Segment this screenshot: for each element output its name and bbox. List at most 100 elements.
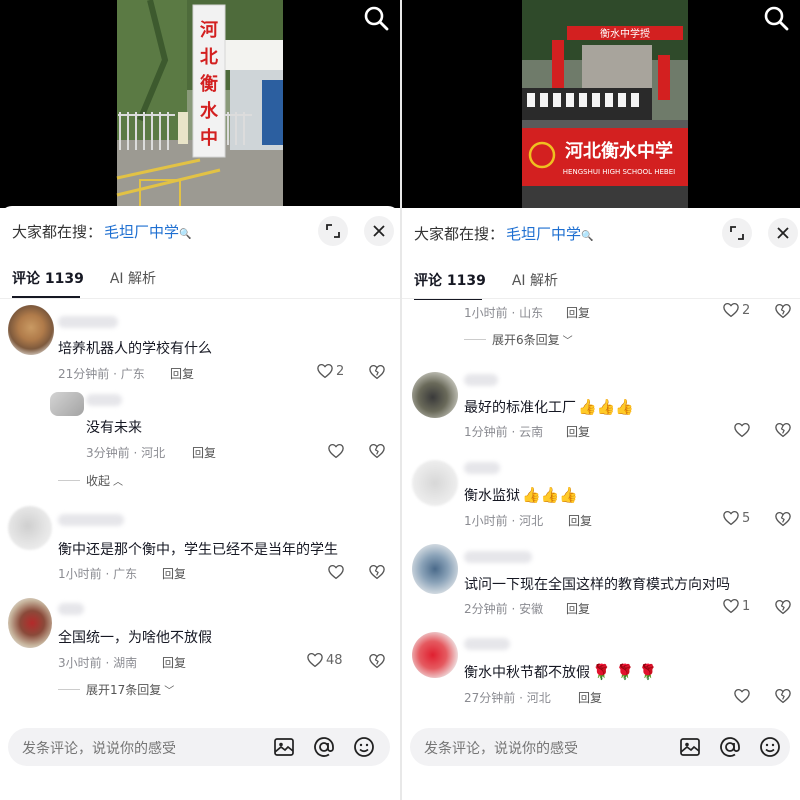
username-blurred[interactable] [464,551,532,563]
reply-button[interactable]: 回复 [170,365,194,382]
reply-button[interactable]: 回复 [566,423,590,440]
like-button[interactable]: 5 [722,509,750,527]
comment-input-placeholder: 发条评论，说说你的感受 [22,741,176,757]
tab-comments[interactable]: 评论 1139 [414,270,486,290]
comment-text: 全国统一，为啥他不放假 [58,630,212,646]
dislike-icon[interactable] [774,687,792,705]
video-player[interactable]: 衡水中学授 河北衡水中学 HENGSHUI HIGH SCHOOL HEBEI [402,0,800,208]
avatar[interactable] [8,506,52,550]
comment-meta: 21分钟前 · 广东 [58,367,145,381]
username-blurred[interactable] [86,394,122,406]
like-button[interactable]: 2 [316,362,344,380]
like-count: 5 [742,510,751,526]
comment-input[interactable]: 发条评论，说说你的感受 [410,728,790,766]
heart-icon [722,301,740,319]
heart-icon[interactable] [327,563,345,581]
left-screen: 河 北 衡 水 中 大家都在搜： 毛坦厂中学🔍 评论 1139 AI 解析 培养… [0,0,400,800]
at-icon[interactable] [718,735,742,759]
tab-comments[interactable]: 评论 1139 [12,268,84,288]
close-icon [373,225,385,237]
dislike-icon[interactable] [774,510,792,528]
avatar[interactable] [412,372,458,418]
avatar[interactable] [412,632,458,678]
heart-icon [722,597,740,615]
avatar[interactable] [50,392,84,416]
comment-meta: 1分钟前 · 云南 [464,425,544,439]
comment-meta: 1小时前 · 河北 [464,514,544,528]
comment-text: 培养机器人的学校有什么 [58,341,212,357]
dislike-icon[interactable] [774,598,792,616]
video-player[interactable]: 河 北 衡 水 中 [0,0,400,208]
expand-replies[interactable]: 展开6条回复 ﹀ [464,331,573,348]
at-icon[interactable] [312,735,336,759]
avatar[interactable] [8,598,52,648]
image-icon[interactable] [678,735,702,759]
hot-search-term[interactable]: 毛坦厂中学 [506,225,581,243]
close-button[interactable] [768,218,798,248]
username-blurred[interactable] [464,374,498,386]
heart-icon[interactable] [733,421,751,439]
comment-body: 衡水中秋节都不放假 [464,665,590,681]
dislike-icon[interactable] [368,563,386,581]
dislike-icon[interactable] [774,421,792,439]
avatar[interactable] [8,305,54,355]
username-blurred[interactable] [464,462,500,474]
collapse-replies[interactable]: 收起 ︿ [58,472,123,489]
right-screen: 衡水中学授 河北衡水中学 HENGSHUI HIGH SCHOOL HEBEI [402,0,800,800]
avatar[interactable] [412,460,458,506]
reply-button[interactable]: 回复 [566,600,590,617]
like-button[interactable]: 1 [722,597,750,615]
hot-search-term[interactable]: 毛坦厂中学 [104,223,179,241]
assembly-scene: 衡水中学授 河北衡水中学 HENGSHUI HIGH SCHOOL HEBEI [402,0,800,208]
comment-body: 最好的标准化工厂 [464,400,576,416]
smile-icon[interactable] [352,735,376,759]
username-blurred[interactable] [58,603,84,615]
comment-text: 试问一下现在全国这样的教育模式方向对吗 [464,574,730,594]
reply-button[interactable]: 回复 [566,304,590,321]
username-blurred[interactable] [464,638,510,650]
tab-ai-analysis[interactable]: AI 解析 [110,268,156,288]
top-banner-text: 衡水中学授 [600,27,650,40]
fullscreen-button[interactable] [722,218,752,248]
fullscreen-button[interactable] [318,216,348,246]
image-icon[interactable] [272,735,296,759]
reply-button[interactable]: 回复 [162,565,186,582]
comment-meta: 3小时前 · 湖南 [58,656,138,670]
comment-text: 衡水中秋节都不放假 🌹 🌹 🌹 [464,662,658,682]
tab-ai-analysis[interactable]: AI 解析 [512,270,558,290]
heart-icon[interactable] [733,687,751,705]
heart-icon [306,651,324,669]
divider-line [58,480,80,481]
hot-search[interactable]: 大家都在搜： 毛坦厂中学🔍 [414,223,593,244]
heart-icon[interactable] [327,442,345,460]
comment-tabs: 评论 1139 AI 解析 [414,270,584,300]
collapse-label: 收起 [86,474,111,488]
search-icon[interactable] [362,4,390,32]
close-button[interactable] [364,216,394,246]
username-blurred[interactable] [58,316,118,328]
search-icon[interactable] [762,4,790,32]
expand-label: 展开17条回复 [86,683,162,697]
reply-button[interactable]: 回复 [192,444,216,461]
hot-search[interactable]: 大家都在搜： 毛坦厂中学🔍 [12,221,191,242]
dislike-icon[interactable] [368,442,386,460]
like-button[interactable]: 2 [722,301,750,319]
comment-input[interactable]: 发条评论，说说你的感受 [8,728,390,766]
reply-button[interactable]: 回复 [162,654,186,671]
reply-button[interactable]: 回复 [568,512,592,529]
like-count: 2 [336,363,345,379]
dislike-icon[interactable] [368,363,386,381]
smile-icon[interactable] [758,735,782,759]
like-button[interactable]: 48 [306,651,343,669]
search-icon: 🔍 [179,229,192,240]
reply-button[interactable]: 回复 [578,689,602,706]
expand-replies[interactable]: 展开17条回复 ﹀ [58,681,174,698]
dislike-icon[interactable] [368,652,386,670]
dislike-icon[interactable] [774,302,792,320]
comment-text: 衡中还是那个衡中，学生已经不是当年的学生 [58,542,338,558]
chevron-up-icon: ︿ [113,477,124,488]
avatar[interactable] [412,544,458,594]
username-blurred[interactable] [58,514,124,526]
reply-text: 没有未来 [86,420,142,436]
like-count: 2 [742,302,751,318]
